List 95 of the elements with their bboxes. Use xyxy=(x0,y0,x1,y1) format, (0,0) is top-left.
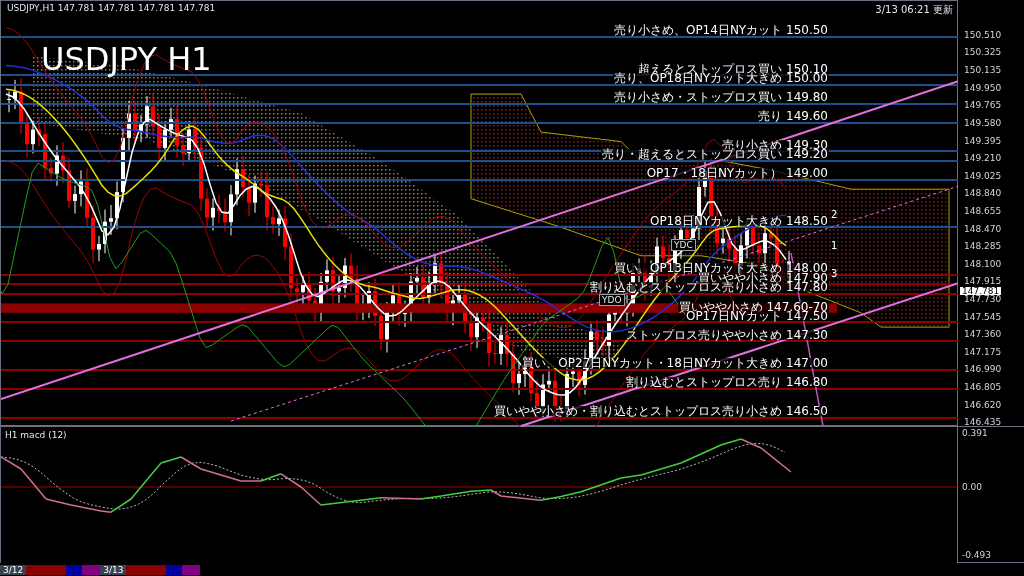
candlestick xyxy=(73,185,77,215)
candlestick xyxy=(205,187,209,227)
candlestick xyxy=(91,205,95,264)
candlestick xyxy=(415,266,419,295)
price-level-label: OP17・18日NYカット） 149.00 xyxy=(645,168,829,179)
marker-label: YDC xyxy=(671,239,696,251)
candlestick xyxy=(271,205,275,234)
candlestick xyxy=(595,319,599,352)
candlestick xyxy=(223,198,227,233)
price-tick: 149.765 xyxy=(964,101,1002,111)
marker-label: YDO xyxy=(599,294,625,306)
candlestick xyxy=(295,277,299,305)
price-level-label: 売り・超えるとストップロス買い 149.20 xyxy=(601,149,829,160)
candlestick xyxy=(499,326,503,366)
price-tick: 147.730 xyxy=(964,295,1002,304)
price-tick: 149.210 xyxy=(964,154,1002,164)
price-tick: 148.100 xyxy=(964,259,1002,269)
date-label: 3/12 xyxy=(0,564,27,575)
price-tick: 149.025 xyxy=(964,171,1002,181)
symbol-info: USDJPY,H1 147.781 147.781 147.781 147.781 xyxy=(7,2,216,15)
price-tick: 147.545 xyxy=(964,312,1002,322)
candlestick xyxy=(115,181,119,230)
price-level-label: 売り小さめ・ストップロス買い 149.80 xyxy=(613,92,829,103)
price-level-label: ストップロス売りやや小さめ 147.30 xyxy=(625,329,829,340)
update-time: 3/13 06:21 更新 xyxy=(875,3,953,17)
price-level-label: 割り込むとストップロス売り 146.80 xyxy=(625,377,829,388)
indicator-title: H1 macd (12) xyxy=(5,429,67,442)
candlestick xyxy=(97,235,101,262)
chart-title: USDJPY H1 xyxy=(41,43,212,75)
price-tick: 149.395 xyxy=(964,136,1002,146)
candlestick xyxy=(85,167,89,227)
candlestick xyxy=(547,370,551,393)
candlestick xyxy=(211,197,215,232)
macd-tick: -0.493 xyxy=(962,549,991,562)
price-tick: 150.510 xyxy=(964,30,1002,40)
candlestick xyxy=(31,120,35,154)
price-level-label: 売り小さめ、OP14日NYカット 150.50 xyxy=(612,25,829,36)
candlestick xyxy=(79,169,83,207)
price-level-label: OP18日NYカット大きめ 148.50 xyxy=(648,215,829,226)
price-tick: 147.175 xyxy=(964,347,1002,357)
price-tick: 146.990 xyxy=(964,365,1002,375)
candlestick xyxy=(247,174,251,217)
candlestick xyxy=(265,171,269,231)
current-price-tag: 147.781 xyxy=(960,287,1002,296)
projection-label: 1 xyxy=(831,239,838,253)
candlestick xyxy=(283,205,287,261)
candlestick xyxy=(55,144,59,187)
candlestick xyxy=(229,184,233,236)
price-tick: 148.470 xyxy=(964,224,1002,234)
price-tick: 146.805 xyxy=(964,383,1002,392)
session-segment xyxy=(182,564,201,575)
price-level-label: 売り、OP18日NYカット大きめ 150.00 xyxy=(612,73,829,83)
price-tick: 150.135 xyxy=(964,66,1002,76)
macd-tick: 0.00 xyxy=(962,481,983,494)
projection-label: 2 xyxy=(831,208,838,222)
price-tick: 147.360 xyxy=(964,330,1002,340)
candlestick xyxy=(7,90,11,113)
price-tick: 147.915 xyxy=(964,277,1002,287)
price-tick: 146.435 xyxy=(964,418,1002,428)
candlestick xyxy=(757,232,761,266)
price-level-label: 売り 149.60 xyxy=(757,111,829,122)
price-tick: 150.325 xyxy=(964,48,1002,58)
candlestick xyxy=(157,113,161,161)
candlestick xyxy=(217,194,221,224)
candlestick xyxy=(337,275,341,304)
candlestick xyxy=(721,228,725,255)
price-level-label: 割り込むとストップロス売り小さめ 147.80 xyxy=(589,282,829,293)
candlestick xyxy=(403,300,407,328)
candlestick xyxy=(493,340,497,365)
price-level-label: 買い、OP27日NYカット・18日NYカット大きめ 147.00 xyxy=(521,358,829,369)
price-level-label: 買いやや小さめ・割り込むとストップロス売り小さめ 146.50 xyxy=(493,406,829,416)
candlestick xyxy=(13,79,17,110)
candlestick xyxy=(163,120,167,162)
candlestick xyxy=(727,228,731,263)
candlestick xyxy=(67,157,71,209)
price-level-label: 買いやや小さめ 147.90 xyxy=(697,272,829,283)
price-tick: 148.655 xyxy=(964,207,1002,216)
price-tick: 149.580 xyxy=(964,118,1002,128)
candlestick xyxy=(601,326,605,357)
macd-tick: 0.391 xyxy=(962,427,988,440)
session-segment xyxy=(82,564,101,575)
candlestick xyxy=(277,209,281,237)
candlestick xyxy=(301,274,305,306)
candlestick xyxy=(25,111,29,158)
date-label: 3/13 xyxy=(100,564,127,575)
projection-label: 3 xyxy=(831,267,838,281)
price-tick: 146.620 xyxy=(964,400,1002,410)
candlestick xyxy=(259,171,263,198)
candlestick xyxy=(325,258,329,291)
candlestick xyxy=(517,362,521,396)
candlestick xyxy=(253,175,257,214)
price-tick: 148.840 xyxy=(964,189,1002,199)
candlestick xyxy=(109,204,113,236)
price-tick: 148.285 xyxy=(964,242,1002,252)
price-tick: 149.950 xyxy=(964,83,1002,93)
